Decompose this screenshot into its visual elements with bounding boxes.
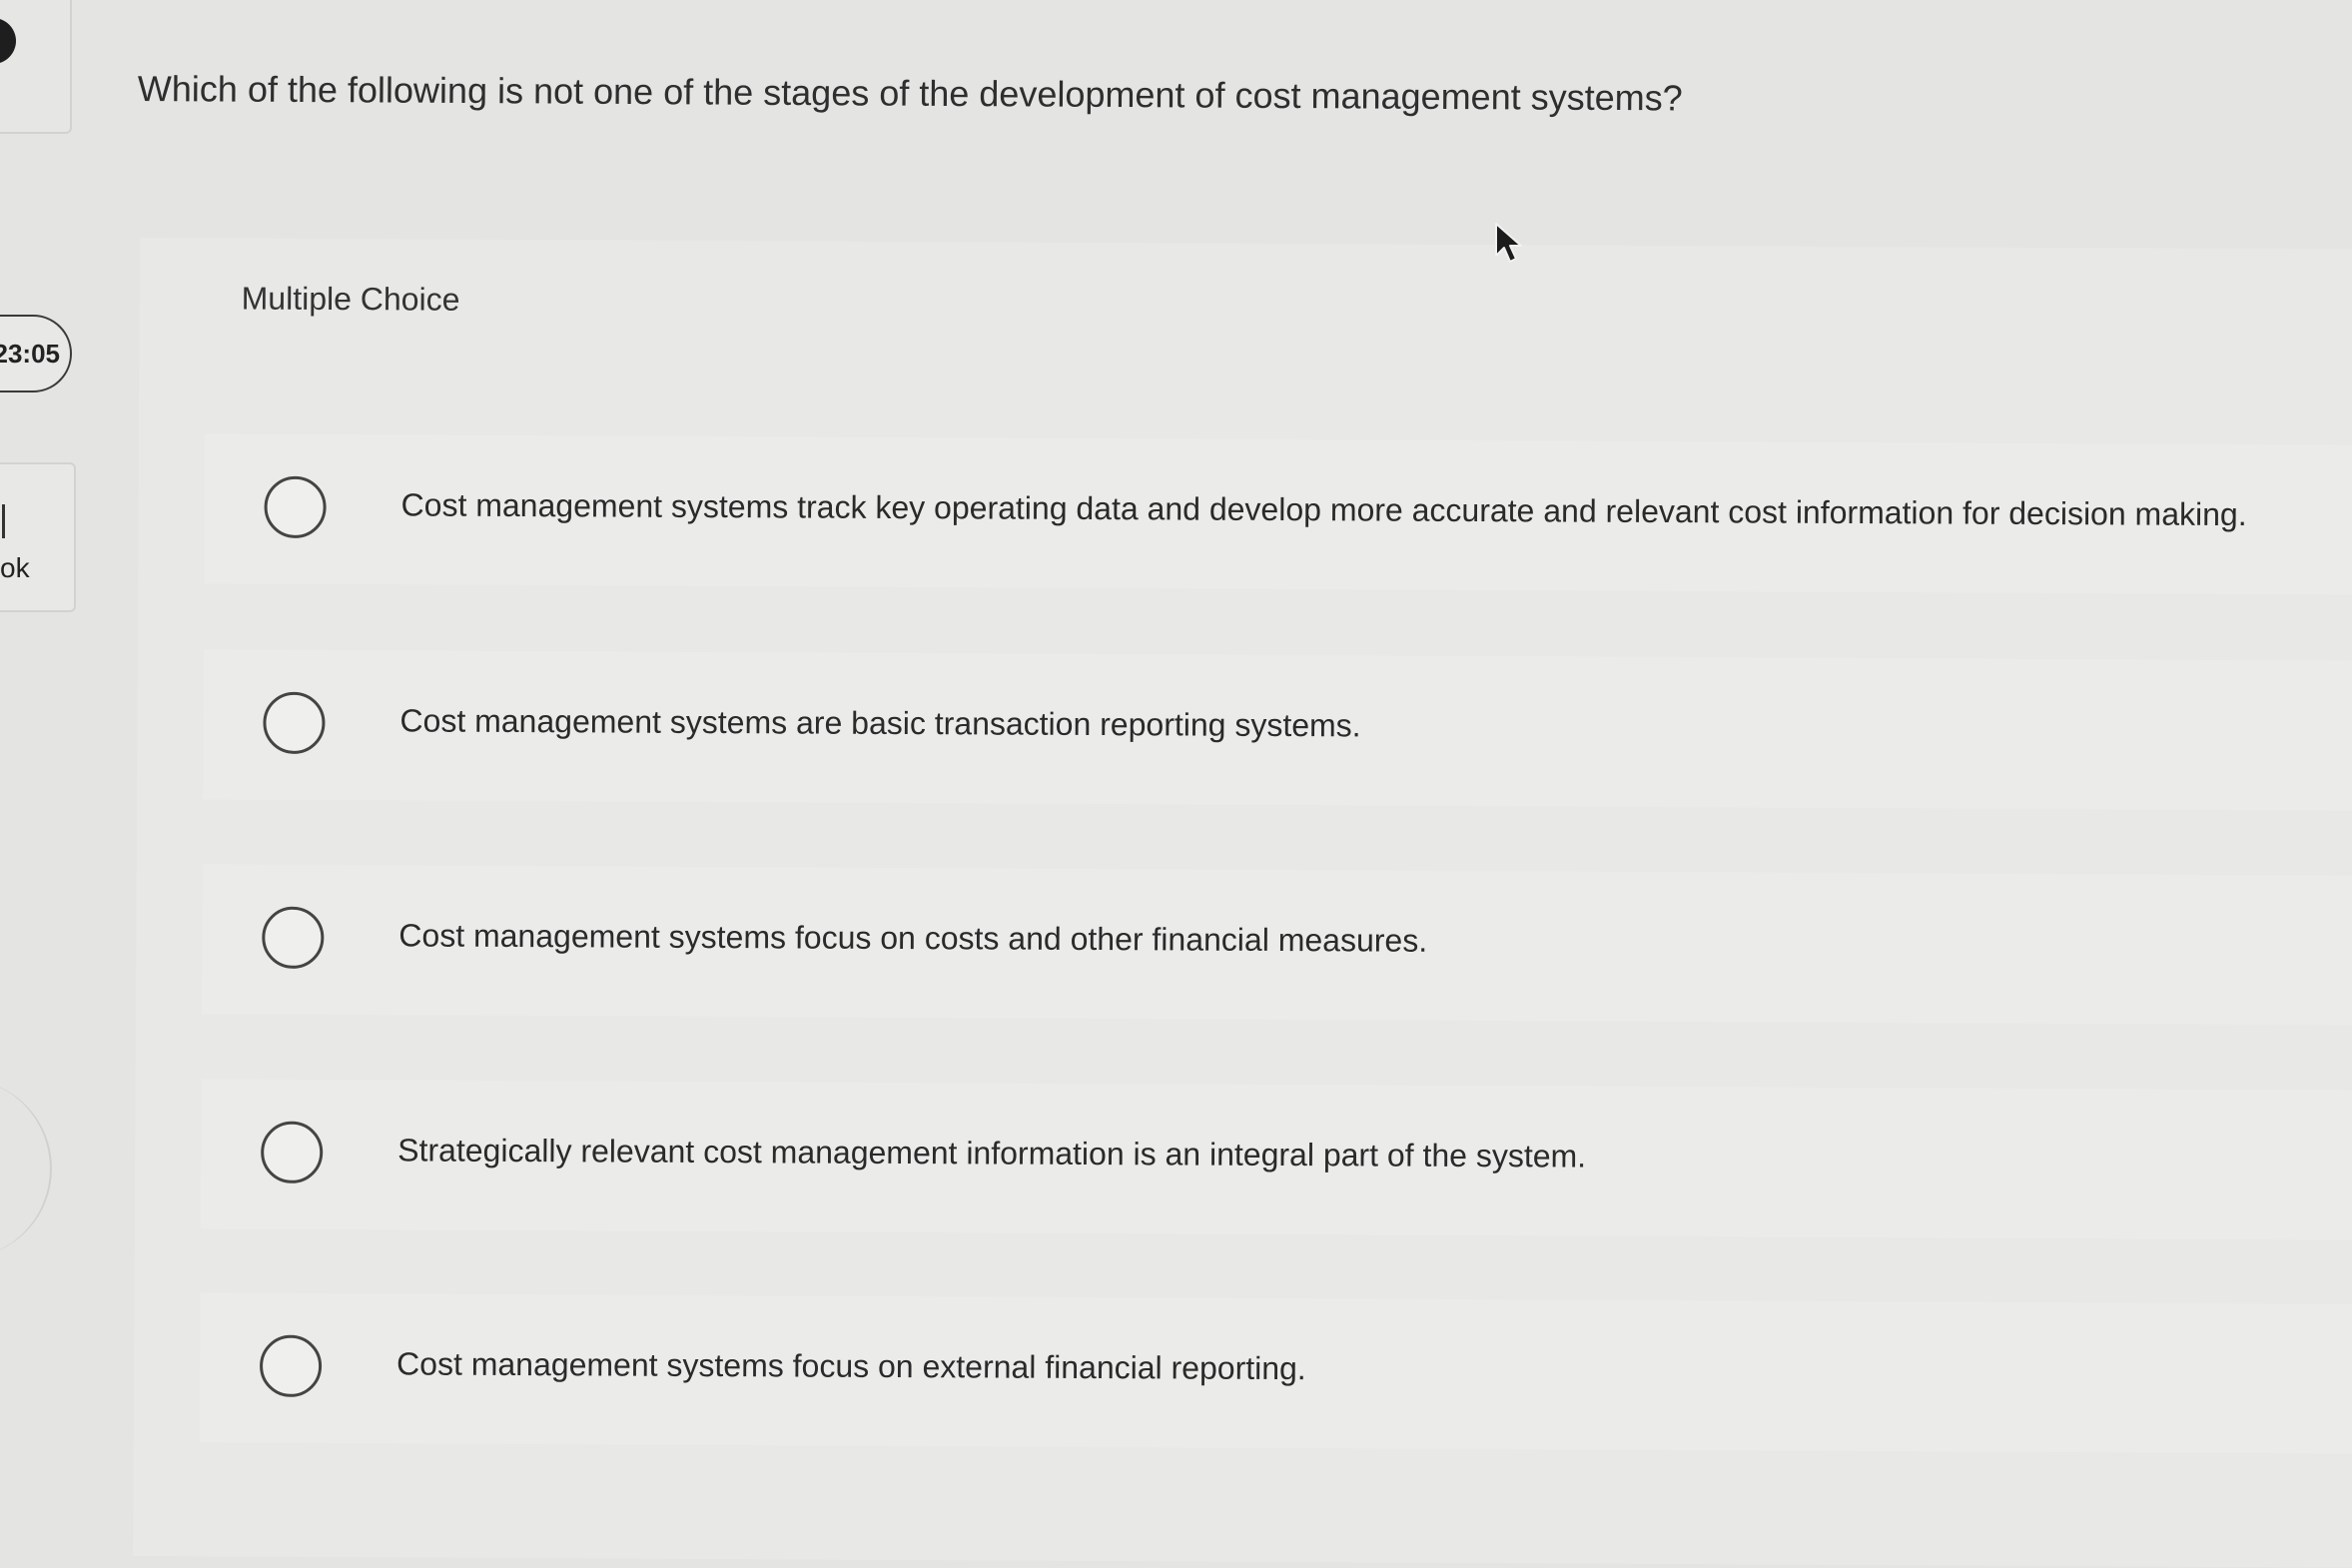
answer-choice-text: Cost management systems are basic transa… (399, 702, 1361, 744)
timer: 23:05 (0, 315, 72, 392)
answer-choice-4[interactable]: Strategically relevant cost management i… (200, 1079, 2352, 1240)
answer-choice-2[interactable]: Cost management systems are basic transa… (203, 649, 2352, 811)
answer-panel: Multiple Choice Cost management systems … (133, 238, 2352, 1568)
answer-choice-3[interactable]: Cost management systems focus on costs a… (201, 864, 2352, 1026)
radio-unselected-icon[interactable] (259, 1334, 323, 1397)
answer-choice-text: Cost management systems focus on costs a… (398, 917, 1428, 959)
answer-choice-text: Cost management systems track key operat… (400, 486, 2247, 533)
radio-unselected-icon[interactable] (263, 691, 326, 754)
sidebar-tool-button[interactable]: ok (0, 462, 76, 612)
radio-unselected-icon[interactable] (264, 475, 327, 538)
question-prompt: Which of the following is not one of the… (137, 68, 1683, 119)
tool-icon (2, 504, 5, 538)
sidebar-divider (0, 1079, 52, 1258)
answer-choice-text: Cost management systems focus on externa… (396, 1345, 1306, 1387)
arrow-cursor-icon (1495, 223, 1522, 263)
radio-unselected-icon[interactable] (261, 1121, 324, 1183)
timer-text: 23:05 (0, 338, 60, 369)
radio-unselected-icon[interactable] (262, 906, 325, 969)
sidebar-tool-label: ok (0, 552, 30, 583)
sidebar-top-panel (0, 0, 72, 134)
answer-choice-1[interactable]: Cost management systems track key operat… (204, 433, 2352, 595)
answer-choice-text: Strategically relevant cost management i… (397, 1132, 1587, 1175)
question-type-label: Multiple Choice (241, 280, 460, 318)
answer-choice-5[interactable]: Cost management systems focus on externa… (199, 1292, 2352, 1454)
